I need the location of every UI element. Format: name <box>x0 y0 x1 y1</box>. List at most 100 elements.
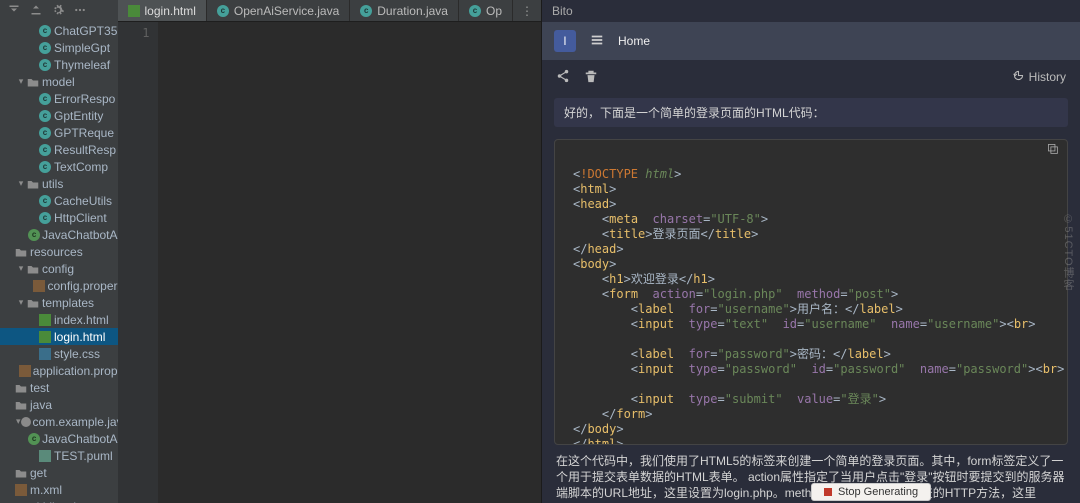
tree-item[interactable]: m.xml <box>0 481 118 498</box>
tab-label: Op <box>486 4 502 18</box>
tree-item[interactable]: cThymeleaf <box>0 56 118 73</box>
more-icon[interactable] <box>74 4 86 19</box>
file-icon: c <box>38 212 52 224</box>
tree-label: test <box>30 381 49 395</box>
tree-item[interactable]: cJavaChatbotA <box>0 226 118 243</box>
tree-label: CacheUtils <box>54 194 112 208</box>
tree-label: style.css <box>54 347 100 361</box>
file-icon <box>26 298 40 308</box>
tree-label: TEST.puml <box>54 449 113 463</box>
editor-tab[interactable]: cDuration.java <box>350 0 459 21</box>
tree-item[interactable]: ▾com.example.java <box>0 413 118 430</box>
collapse-all-icon[interactable] <box>8 4 20 19</box>
tree-item[interactable]: resources <box>0 243 118 260</box>
expand-icon[interactable] <box>30 4 42 19</box>
tree-item[interactable]: application.prop <box>0 362 118 379</box>
tree-item[interactable]: cHttpClient <box>0 209 118 226</box>
tree-item[interactable]: cTextComp <box>0 158 118 175</box>
tree-item[interactable]: cSimpleGpt <box>0 39 118 56</box>
tree-item[interactable]: ▾model <box>0 73 118 90</box>
bito-panel: Bito l Home History 好的，下面是一个简单的登录页面的HTML… <box>541 0 1080 503</box>
stop-label: Stop Generating <box>838 486 918 498</box>
tree-item[interactable]: cGptEntity <box>0 107 118 124</box>
tree-label: SimpleGpt <box>54 41 110 55</box>
project-sidebar: cChatGPT35cSimpleGptcThymeleaf▾modelcErr… <box>0 0 118 503</box>
tree-item[interactable]: java <box>0 396 118 413</box>
file-icon <box>38 331 52 343</box>
history-link[interactable]: History <box>1012 69 1066 85</box>
tree-item[interactable]: ▾utils <box>0 175 118 192</box>
tree-label: JavaChatbotA <box>42 228 117 242</box>
tree-label: login.html <box>54 330 105 344</box>
tree-item[interactable]: config.proper <box>0 277 118 294</box>
tree-item[interactable]: get <box>0 464 118 481</box>
editor-tab[interactable]: login.html <box>118 0 207 21</box>
html-icon <box>128 5 140 17</box>
bito-topbar: l Home <box>542 22 1080 60</box>
tree-item[interactable]: cChatGPT35 <box>0 22 118 39</box>
gear-icon[interactable] <box>52 4 64 19</box>
bito-code-block: <!DOCTYPE html> <html> <head> <meta char… <box>554 139 1068 445</box>
file-icon: c <box>38 127 52 139</box>
tree-item[interactable]: cCacheUtils <box>0 192 118 209</box>
editor-area: login.html c OpenAiService.java cDuration.j… <box>118 0 541 503</box>
bito-title: Bito <box>542 0 1080 22</box>
tree-item[interactable]: cJavaChatbotA <box>0 430 118 447</box>
project-tree[interactable]: cChatGPT35cSimpleGptcThymeleaf▾modelcErr… <box>0 22 118 503</box>
java-icon: c <box>360 5 372 17</box>
tree-label: ErrorRespo <box>54 92 115 106</box>
file-icon <box>14 468 28 478</box>
tree-label: config <box>42 262 74 276</box>
tree-item[interactable]: cErrorRespo <box>0 90 118 107</box>
tree-item[interactable]: cGPTReque <box>0 124 118 141</box>
editor-tab[interactable]: c OpenAiService.java <box>207 0 350 21</box>
stop-icon <box>824 488 832 496</box>
bito-avatar[interactable]: l <box>554 30 576 52</box>
file-icon: c <box>28 433 40 445</box>
tree-label: resources <box>30 245 83 259</box>
tree-label: utils <box>42 177 63 191</box>
bito-actions: History <box>542 60 1080 94</box>
tree-item[interactable]: ▾templates <box>0 294 118 311</box>
java-icon: c <box>217 5 229 17</box>
tabs-overflow-icon[interactable]: ⋮ <box>513 4 541 18</box>
home-link[interactable]: Home <box>618 34 650 48</box>
editor-tabs: login.html c OpenAiService.java cDuration.j… <box>118 0 541 22</box>
tree-item[interactable]: ▾config <box>0 260 118 277</box>
tree-item[interactable]: TEST.puml <box>0 447 118 464</box>
menu-icon[interactable] <box>590 33 604 50</box>
file-icon <box>26 77 40 87</box>
tree-label: HttpClient <box>54 211 107 225</box>
tab-label: OpenAiService.java <box>234 4 339 18</box>
tree-item[interactable]: style.css <box>0 345 118 362</box>
tree-label: al Libraries <box>30 500 89 503</box>
tree-item[interactable]: al Libraries <box>0 498 118 503</box>
tree-label: get <box>30 466 47 480</box>
share-icon[interactable] <box>556 69 570 86</box>
editor-document[interactable] <box>158 22 541 503</box>
tree-item[interactable]: index.html <box>0 311 118 328</box>
stop-generating-button[interactable]: Stop Generating <box>811 483 931 501</box>
editor-tab[interactable]: cOp <box>459 0 513 21</box>
watermark: ©51CTO博客 <box>1060 213 1076 290</box>
copy-icon[interactable] <box>1046 142 1059 158</box>
file-icon <box>14 484 28 496</box>
tree-item[interactable]: test <box>0 379 118 396</box>
code-content[interactable]: <!DOCTYPE html> <html> <head> <meta char… <box>555 161 1067 444</box>
file-icon: c <box>38 144 52 156</box>
file-icon: c <box>38 195 52 207</box>
file-icon <box>21 417 31 427</box>
file-icon <box>38 314 52 326</box>
tree-label: ChatGPT35 <box>54 24 117 38</box>
tree-label: com.example.java <box>33 415 118 429</box>
tree-label: config.proper <box>47 279 117 293</box>
tree-item[interactable]: cResultResp <box>0 141 118 158</box>
tree-label: m.xml <box>30 483 62 497</box>
file-icon: c <box>38 42 52 54</box>
line-number: 1 <box>142 26 149 40</box>
sidebar-toolbar <box>0 0 118 22</box>
file-icon <box>38 348 52 360</box>
tree-item[interactable]: login.html <box>0 328 118 345</box>
trash-icon[interactable] <box>584 69 598 86</box>
file-icon: c <box>38 93 52 105</box>
